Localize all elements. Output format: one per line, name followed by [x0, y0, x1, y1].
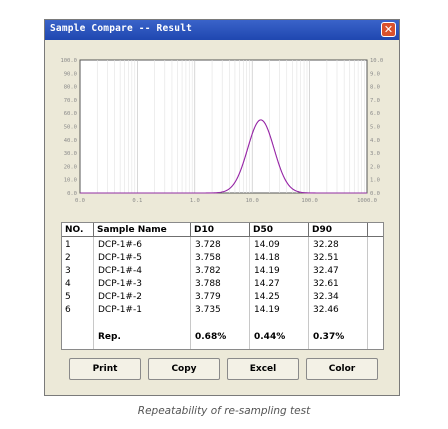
left-tick-label: 60.0 — [64, 111, 77, 117]
cell-sample-name: DCP-1#-4 — [98, 266, 142, 276]
cell-no: 2 — [65, 253, 71, 263]
title-bar[interactable]: Sample Compare -- Result ✕ — [45, 20, 399, 40]
cell-sample-name: DCP-1#-1 — [98, 305, 142, 315]
header-no[interactable]: NO. — [62, 223, 94, 237]
left-tick-label: 30.0 — [64, 151, 77, 157]
cell-d10: 3.735 — [195, 305, 221, 315]
left-tick-label: 10.0 — [64, 178, 77, 184]
rep-d10: 0.68% — [195, 332, 227, 342]
results-table: NO. Sample Name D10 D50 D90 1 DCP-1#-6 3… — [61, 222, 384, 350]
cell-sample-name: DCP-1#-3 — [98, 279, 142, 289]
rep-label: Rep. — [98, 332, 121, 342]
cell-d10: 3.728 — [195, 240, 221, 250]
left-tick-label: 20.0 — [64, 164, 77, 170]
cell-no: 4 — [65, 279, 71, 289]
header-sample-name[interactable]: Sample Name — [94, 223, 191, 237]
close-button[interactable]: ✕ — [381, 22, 396, 37]
header-d10[interactable]: D10 — [191, 223, 250, 237]
right-tick-label: 6.0 — [370, 111, 380, 117]
cell-d50: 14.09 — [254, 240, 280, 250]
x-tick-label: 1.0 — [190, 198, 200, 204]
right-tick-label: 7.0 — [370, 98, 380, 104]
excel-button[interactable]: Excel — [227, 358, 299, 380]
table-row[interactable]: 4 DCP-1#-3 3.788 14.27 32.61 — [62, 278, 383, 291]
color-button[interactable]: Color — [306, 358, 378, 380]
x-tick-label: 1000.0 — [357, 198, 377, 204]
cell-d50: 14.18 — [254, 253, 280, 263]
left-tick-label: 40.0 — [64, 138, 77, 144]
x-tick-label: 10.0 — [246, 198, 259, 204]
cell-d90: 32.47 — [313, 266, 339, 276]
cell-d10: 3.782 — [195, 266, 221, 276]
distribution-chart: 100.0 10.0 90.0 9.0 80.0 8.0 70.0 7.0 60.0 6.0 50.… — [45, 48, 399, 228]
right-tick-label: 10.0 — [370, 58, 383, 64]
rep-d90: 0.37% — [313, 332, 345, 342]
right-tick-label: 0.0 — [370, 191, 380, 197]
cell-d90: 32.28 — [313, 240, 339, 250]
right-tick-label: 9.0 — [370, 71, 380, 77]
plot-area — [79, 59, 368, 194]
cell-d10: 3.758 — [195, 253, 221, 263]
cell-no: 1 — [65, 240, 71, 250]
right-tick-label: 2.0 — [370, 164, 380, 170]
right-tick-label: 5.0 — [370, 125, 380, 131]
cell-sample-name: DCP-1#-6 — [98, 240, 142, 250]
right-tick-label: 4.0 — [370, 138, 380, 144]
right-tick-label: 3.0 — [370, 151, 380, 157]
right-tick-label: 1.0 — [370, 178, 380, 184]
cell-d10: 3.788 — [195, 279, 221, 289]
header-filler — [368, 223, 383, 237]
table-header: NO. Sample Name D10 D50 D90 — [62, 223, 383, 237]
table-row[interactable]: 1 DCP-1#-6 3.728 14.09 32.28 — [62, 239, 383, 252]
cell-d90: 32.46 — [313, 305, 339, 315]
figure-caption: Repeatability of re-sampling test — [137, 405, 311, 417]
copy-button[interactable]: Copy — [148, 358, 220, 380]
table-row[interactable]: 6 DCP-1#-1 3.735 14.19 32.46 — [62, 304, 383, 317]
cell-d90: 32.51 — [313, 253, 339, 263]
cell-no: 6 — [65, 305, 71, 315]
close-icon: ✕ — [383, 23, 394, 36]
cell-d50: 14.19 — [254, 305, 280, 315]
table-row[interactable]: 5 DCP-1#-2 3.779 14.25 32.34 — [62, 291, 383, 304]
table-row[interactable]: 2 DCP-1#-5 3.758 14.18 32.51 — [62, 252, 383, 265]
rep-row[interactable]: Rep. 0.68% 0.44% 0.37% — [62, 331, 383, 344]
chart-svg: 100.0 10.0 90.0 9.0 80.0 8.0 70.0 7.0 60.0 6.0 50.… — [60, 58, 383, 204]
cell-d90: 32.34 — [313, 292, 339, 302]
cell-d50: 14.27 — [254, 279, 280, 289]
cell-d50: 14.25 — [254, 292, 280, 302]
x-tick-label: 0.0 — [75, 198, 85, 204]
window-title: Sample Compare -- Result — [50, 23, 193, 34]
cell-d50: 14.19 — [254, 266, 280, 276]
left-tick-label: 0.0 — [67, 191, 77, 197]
cell-d90: 32.61 — [313, 279, 339, 289]
left-tick-label: 90.0 — [64, 71, 77, 77]
left-tick-label: 100.0 — [60, 58, 77, 64]
x-tick-label: 0.1 — [132, 198, 142, 204]
header-d90[interactable]: D90 — [309, 223, 368, 237]
rep-d50: 0.44% — [254, 332, 286, 342]
right-tick-label: 8.0 — [370, 85, 380, 91]
left-tick-label: 50.0 — [64, 125, 77, 131]
header-d50[interactable]: D50 — [250, 223, 309, 237]
sample-compare-window: Sample Compare -- Result ✕ 100.0 10.0 90.0… — [44, 19, 400, 396]
cell-sample-name: DCP-1#-2 — [98, 292, 142, 302]
x-tick-label: 100.0 — [301, 198, 318, 204]
cell-d10: 3.779 — [195, 292, 221, 302]
cell-sample-name: DCP-1#-5 — [98, 253, 142, 263]
left-tick-label: 70.0 — [64, 98, 77, 104]
table-row[interactable]: 3 DCP-1#-4 3.782 14.19 32.47 — [62, 265, 383, 278]
print-button[interactable]: Print — [69, 358, 141, 380]
cell-no: 3 — [65, 266, 71, 276]
cell-no: 5 — [65, 292, 71, 302]
left-tick-label: 80.0 — [64, 85, 77, 91]
